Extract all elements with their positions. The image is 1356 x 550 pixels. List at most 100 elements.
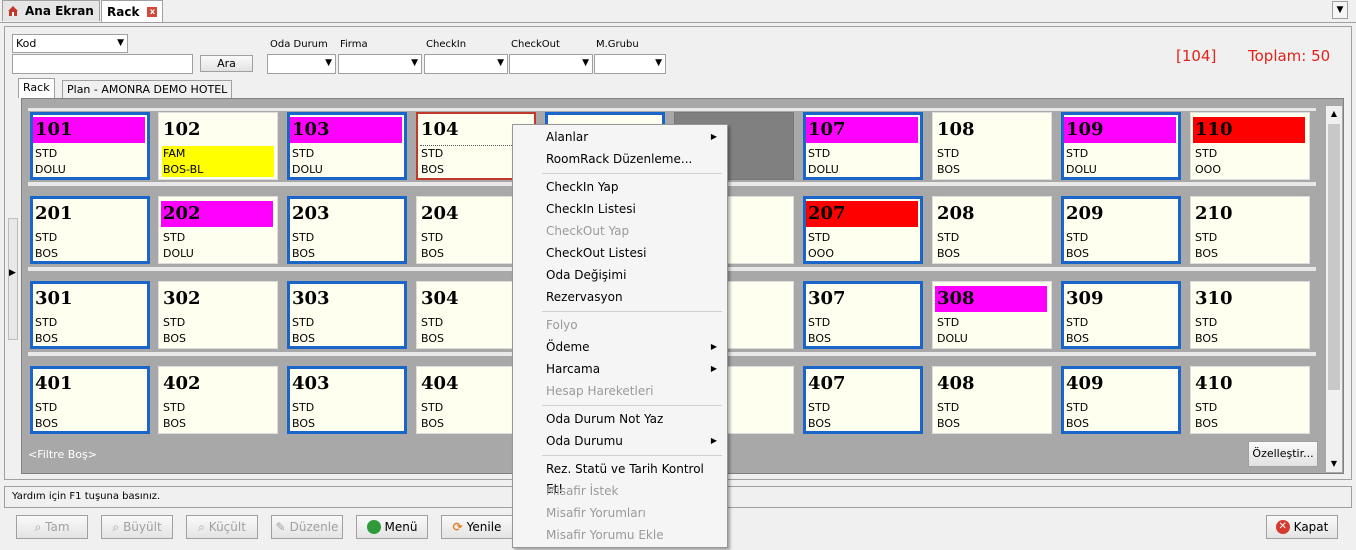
context-menu-item[interactable]: RoomRack Düzenleme... bbox=[546, 149, 721, 169]
room-tile[interactable]: 408 STD BOS bbox=[932, 366, 1052, 434]
checkout-label: CheckOut bbox=[511, 39, 560, 50]
yenile-button-label: Yenile bbox=[466, 520, 502, 534]
room-tile[interactable]: 108 STD BOS bbox=[932, 112, 1052, 180]
tab-rack[interactable]: Rack x bbox=[101, 0, 163, 22]
room-tile[interactable]: 409 STD BOS bbox=[1061, 366, 1181, 434]
context-menu-item[interactable]: Oda Durum Not Yaz bbox=[546, 409, 721, 429]
context-menu-item[interactable]: Misafir Yorumları bbox=[546, 503, 721, 523]
room-tile[interactable]: 307 STD BOS bbox=[803, 281, 923, 349]
oda-durum-select[interactable]: ▼ bbox=[267, 54, 336, 74]
scroll-down-icon[interactable]: ▼ bbox=[1326, 456, 1342, 472]
context-menu-item[interactable]: Hesap Hareketleri bbox=[546, 381, 721, 401]
room-tile[interactable]: 303 STD BOS bbox=[287, 281, 407, 349]
room-tile[interactable]: 407 STD BOS bbox=[803, 366, 923, 434]
room-tile[interactable]: 308 STD DOLU bbox=[932, 281, 1052, 349]
total-rooms-count: Toplam: 50 bbox=[1248, 47, 1331, 65]
room-type: STD bbox=[937, 231, 960, 244]
room-tile[interactable]: 302 STD BOS bbox=[158, 281, 278, 349]
checkout-select[interactable]: ▼ bbox=[509, 54, 593, 74]
context-menu-item[interactable]: CheckIn Listesi bbox=[546, 199, 721, 219]
room-tile[interactable]: 210 STD BOS bbox=[1190, 196, 1310, 264]
customize-button[interactable]: Özelleştir... bbox=[1248, 441, 1318, 467]
tab-plan[interactable]: Plan - AMONRA DEMO HOTEL bbox=[62, 80, 233, 98]
room-number: 307 bbox=[808, 288, 846, 309]
menu-button[interactable]: Menü bbox=[356, 515, 428, 539]
context-menu-item[interactable]: CheckOut Yap bbox=[546, 221, 721, 241]
checkin-select[interactable]: ▼ bbox=[424, 54, 508, 74]
context-menu-item-label: Folyo bbox=[546, 318, 578, 332]
scrollbar-thumb[interactable] bbox=[1328, 124, 1340, 390]
room-status: DOLU bbox=[808, 163, 839, 176]
room-status: BOS bbox=[35, 417, 58, 430]
context-menu-item-label: CheckIn Yap bbox=[546, 180, 619, 194]
room-tile[interactable]: 309 STD BOS bbox=[1061, 281, 1181, 349]
context-menu-item[interactable]: Oda Durumu ▶ bbox=[546, 431, 721, 451]
room-tile[interactable]: 402 STD BOS bbox=[158, 366, 278, 434]
room-status: BOS bbox=[163, 417, 186, 430]
firma-select[interactable]: ▼ bbox=[338, 54, 422, 74]
room-number: 407 bbox=[808, 373, 846, 394]
context-menu-item[interactable]: CheckOut Listesi bbox=[546, 243, 721, 263]
side-panel-handle[interactable] bbox=[8, 218, 18, 340]
tam-button[interactable]: ⌕ Tam bbox=[16, 515, 88, 539]
search-input[interactable] bbox=[12, 54, 193, 74]
zoom-in-icon: ⌕ bbox=[112, 520, 120, 534]
room-tile[interactable]: 110 STD OOO bbox=[1190, 112, 1310, 180]
room-tile[interactable]: 401 STD BOS bbox=[30, 366, 150, 434]
context-menu-item[interactable]: Harcama ▶ bbox=[546, 359, 721, 379]
room-number: 107 bbox=[806, 117, 918, 143]
room-tile[interactable]: 203 STD BOS bbox=[287, 196, 407, 264]
room-status: BOS bbox=[808, 332, 831, 345]
close-icon[interactable]: x bbox=[147, 6, 158, 17]
yenile-button[interactable]: ⟳ Yenile bbox=[441, 515, 513, 539]
room-number: 102 bbox=[163, 119, 201, 140]
tab-list-dropdown[interactable]: ▼ bbox=[1332, 1, 1348, 19]
room-tile[interactable]: 310 STD BOS bbox=[1190, 281, 1310, 349]
room-tile[interactable]: 107 STD DOLU bbox=[803, 112, 923, 180]
context-menu-item[interactable]: Misafir Yorumu Ekle bbox=[546, 525, 721, 545]
edit-icon: ✎ bbox=[275, 520, 286, 534]
context-menu-item[interactable]: Alanlar ▶ bbox=[546, 127, 721, 147]
chevron-right-icon[interactable]: ▶ bbox=[9, 268, 16, 278]
checkin-label: CheckIn bbox=[426, 39, 467, 50]
room-type: STD bbox=[808, 316, 831, 329]
context-menu-item[interactable]: Misafir İstek bbox=[546, 481, 721, 501]
chevron-down-icon: ▼ bbox=[655, 58, 662, 68]
room-number: 203 bbox=[292, 203, 330, 224]
room-tile[interactable]: 109 STD DOLU bbox=[1061, 112, 1181, 180]
menu-icon bbox=[366, 520, 381, 534]
tab-ana-ekran[interactable]: Ana Ekran bbox=[2, 0, 100, 21]
room-tile[interactable]: 202 STD DOLU bbox=[158, 196, 278, 264]
room-number: 108 bbox=[937, 119, 975, 140]
room-tile[interactable]: 201 STD BOS bbox=[30, 196, 150, 264]
context-menu-item[interactable]: Folyo bbox=[546, 315, 721, 335]
kucult-button[interactable]: ⌕ Küçült bbox=[186, 515, 258, 539]
context-menu-item[interactable]: Rez. Statü ve Tarih Kontrol Et! bbox=[546, 459, 721, 496]
search-button[interactable]: Ara bbox=[200, 55, 253, 72]
room-tile[interactable]: 301 STD BOS bbox=[30, 281, 150, 349]
duzenle-button[interactable]: ✎ Düzenle bbox=[271, 515, 343, 539]
room-tile[interactable]: 102 FAM BOS-BL bbox=[158, 112, 278, 180]
room-tile[interactable]: 103 STD DOLU bbox=[287, 112, 407, 180]
room-tile[interactable]: 403 STD BOS bbox=[287, 366, 407, 434]
context-menu-item[interactable]: Oda Değişimi bbox=[546, 265, 721, 285]
room-tile[interactable]: 101 STD DOLU bbox=[30, 112, 150, 180]
room-tile[interactable]: 207 STD OOO bbox=[803, 196, 923, 264]
mgrubu-label: M.Grubu bbox=[596, 39, 639, 50]
context-menu-item[interactable]: Rezervasyon bbox=[546, 287, 721, 307]
room-tile[interactable]: 208 STD BOS bbox=[932, 196, 1052, 264]
room-tile[interactable]: 209 STD BOS bbox=[1061, 196, 1181, 264]
kapat-button[interactable]: ✕ Kapat bbox=[1266, 515, 1338, 539]
mgrubu-select[interactable]: ▼ bbox=[594, 54, 666, 74]
buyult-button[interactable]: ⌕ Büyült bbox=[101, 515, 173, 539]
room-number: 409 bbox=[1066, 373, 1104, 394]
tab-rack-view[interactable]: Rack bbox=[18, 78, 55, 98]
context-menu-item-label: CheckOut Listesi bbox=[546, 246, 647, 260]
scroll-up-icon[interactable]: ▲ bbox=[1326, 106, 1342, 122]
room-number: 202 bbox=[161, 201, 273, 227]
selected-room-indicator: [104] bbox=[1176, 47, 1217, 65]
context-menu-item[interactable]: CheckIn Yap bbox=[546, 177, 721, 197]
search-field-select[interactable]: Kod ▼ bbox=[12, 34, 128, 53]
room-tile[interactable]: 410 STD BOS bbox=[1190, 366, 1310, 434]
context-menu-item[interactable]: Ödeme ▶ bbox=[546, 337, 721, 357]
